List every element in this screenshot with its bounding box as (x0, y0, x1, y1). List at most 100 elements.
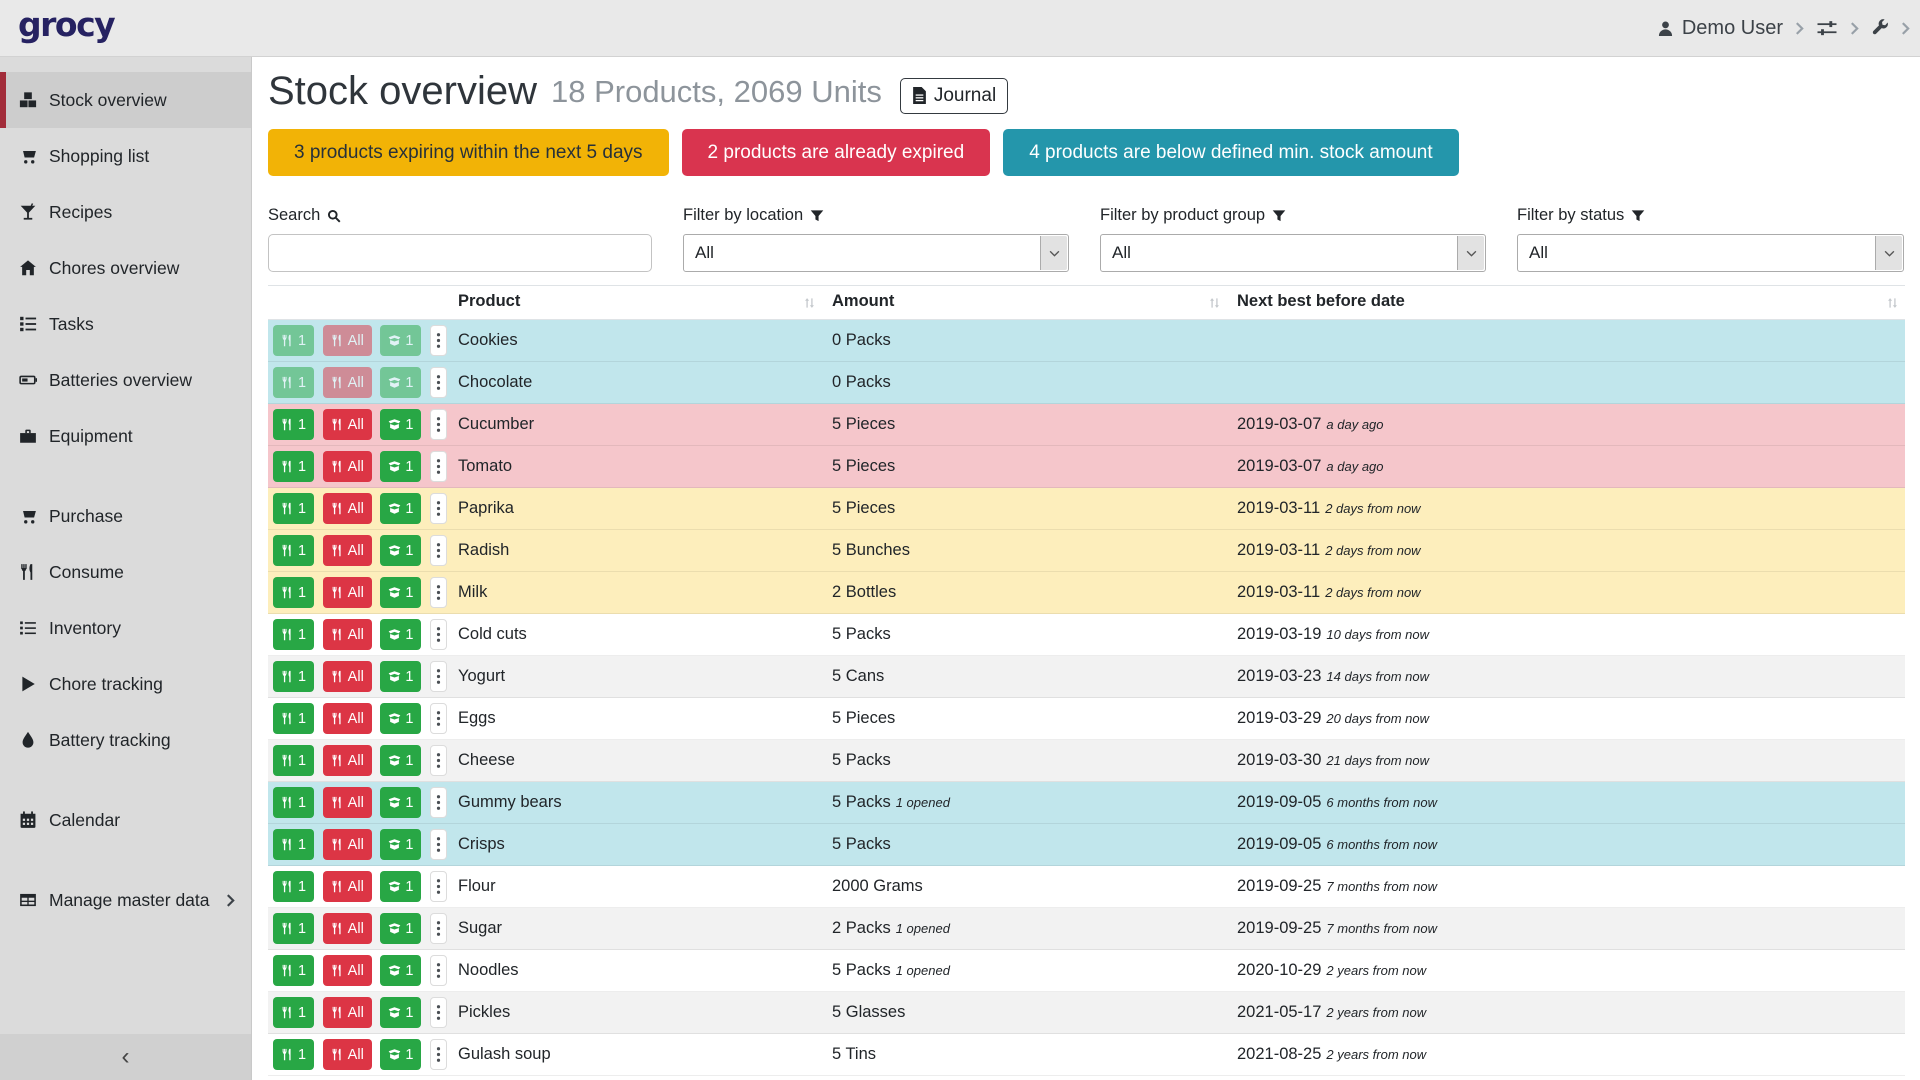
chevron-right-icon[interactable] (1901, 22, 1910, 35)
row-menu-button[interactable] (430, 703, 447, 734)
consume-one-button[interactable]: 1 (273, 367, 314, 398)
open-one-button[interactable]: 1 (380, 955, 421, 986)
row-menu-button[interactable] (430, 787, 447, 818)
consume-all-button[interactable]: All (323, 535, 372, 566)
row-menu-button[interactable] (430, 409, 447, 440)
consume-all-button[interactable]: All (323, 703, 372, 734)
open-one-button[interactable]: 1 (380, 367, 421, 398)
row-menu-button[interactable] (430, 325, 447, 356)
chevron-right-icon[interactable] (1850, 22, 1859, 35)
open-one-button[interactable]: 1 (380, 409, 421, 440)
product-group-select[interactable]: All (1100, 234, 1486, 272)
amount-column-header[interactable]: Amount (822, 286, 1227, 320)
consume-all-button[interactable]: All (323, 829, 372, 860)
sidebar-item-tasks[interactable]: Tasks (0, 296, 251, 352)
open-one-button[interactable]: 1 (380, 1039, 421, 1070)
sidebar-item-stock-overview[interactable]: Stock overview (0, 72, 251, 128)
open-one-button[interactable]: 1 (380, 577, 421, 608)
sidebar-item-purchase[interactable]: Purchase (0, 488, 251, 544)
consume-all-button[interactable]: All (323, 409, 372, 440)
sidebar-item-chore-tracking[interactable]: Chore tracking (0, 656, 251, 712)
consume-one-button[interactable]: 1 (273, 409, 314, 440)
open-one-button[interactable]: 1 (380, 703, 421, 734)
grocy-logo[interactable]: grocy (18, 5, 114, 44)
consume-all-button[interactable]: All (323, 745, 372, 776)
open-one-button[interactable]: 1 (380, 745, 421, 776)
settings-menu[interactable] (1816, 19, 1838, 38)
open-one-button[interactable]: 1 (380, 619, 421, 650)
row-menu-button[interactable] (430, 451, 447, 482)
consume-all-button[interactable]: All (323, 619, 372, 650)
consume-one-button[interactable]: 1 (273, 745, 314, 776)
row-menu-button[interactable] (430, 661, 447, 692)
sidebar-item-manage-master-data[interactable]: Manage master data (0, 872, 251, 928)
consume-all-button[interactable]: All (323, 661, 372, 692)
status-select[interactable]: All (1517, 234, 1904, 272)
sidebar-item-shopping-list[interactable]: Shopping list (0, 128, 251, 184)
expired-alert[interactable]: 2 products are already expired (682, 129, 991, 176)
sidebar-item-calendar[interactable]: Calendar (0, 792, 251, 848)
journal-button[interactable]: Journal (900, 78, 1008, 114)
row-menu-button[interactable] (430, 913, 447, 944)
consume-all-button[interactable]: All (323, 367, 372, 398)
row-menu-button[interactable] (430, 367, 447, 398)
open-one-button[interactable]: 1 (380, 997, 421, 1028)
sidebar-item-equipment[interactable]: Equipment (0, 408, 251, 464)
user-menu[interactable]: Demo User (1657, 17, 1783, 40)
row-menu-button[interactable] (430, 1039, 447, 1070)
chevron-right-icon[interactable] (1795, 22, 1804, 35)
location-select[interactable]: All (683, 234, 1069, 272)
consume-one-button[interactable]: 1 (273, 913, 314, 944)
open-one-button[interactable]: 1 (380, 787, 421, 818)
row-menu-button[interactable] (430, 619, 447, 650)
consume-all-button[interactable]: All (323, 913, 372, 944)
open-one-button[interactable]: 1 (380, 661, 421, 692)
consume-all-button[interactable]: All (323, 325, 372, 356)
consume-one-button[interactable]: 1 (273, 451, 314, 482)
sidebar-item-chores-overview[interactable]: Chores overview (0, 240, 251, 296)
consume-all-button[interactable]: All (323, 787, 372, 818)
consume-one-button[interactable]: 1 (273, 703, 314, 734)
consume-all-button[interactable]: All (323, 451, 372, 482)
sidebar-item-consume[interactable]: Consume (0, 544, 251, 600)
sidebar-item-inventory[interactable]: Inventory (0, 600, 251, 656)
admin-menu[interactable] (1871, 19, 1889, 37)
consume-all-button[interactable]: All (323, 871, 372, 902)
row-menu-button[interactable] (430, 577, 447, 608)
open-one-button[interactable]: 1 (380, 325, 421, 356)
sidebar-item-batteries-overview[interactable]: Batteries overview (0, 352, 251, 408)
consume-one-button[interactable]: 1 (273, 661, 314, 692)
sidebar-item-battery-tracking[interactable]: Battery tracking (0, 712, 251, 768)
open-one-button[interactable]: 1 (380, 829, 421, 860)
consume-all-button[interactable]: All (323, 1039, 372, 1070)
consume-one-button[interactable]: 1 (273, 619, 314, 650)
sidebar-item-recipes[interactable]: Recipes (0, 184, 251, 240)
consume-one-button[interactable]: 1 (273, 997, 314, 1028)
row-menu-button[interactable] (430, 829, 447, 860)
sidebar-collapse-button[interactable]: ‹ (0, 1034, 251, 1080)
best-before-column-header[interactable]: Next best before date (1227, 286, 1905, 320)
consume-one-button[interactable]: 1 (273, 787, 314, 818)
consume-all-button[interactable]: All (323, 997, 372, 1028)
open-one-button[interactable]: 1 (380, 913, 421, 944)
row-menu-button[interactable] (430, 493, 447, 524)
product-column-header[interactable]: Product (448, 286, 822, 320)
row-menu-button[interactable] (430, 535, 447, 566)
search-input[interactable] (268, 234, 652, 272)
consume-one-button[interactable]: 1 (273, 535, 314, 566)
consume-one-button[interactable]: 1 (273, 325, 314, 356)
open-one-button[interactable]: 1 (380, 535, 421, 566)
open-one-button[interactable]: 1 (380, 451, 421, 482)
expiring-alert[interactable]: 3 products expiring within the next 5 da… (268, 129, 669, 176)
consume-one-button[interactable]: 1 (273, 1039, 314, 1070)
row-menu-button[interactable] (430, 871, 447, 902)
consume-one-button[interactable]: 1 (273, 955, 314, 986)
consume-one-button[interactable]: 1 (273, 829, 314, 860)
row-menu-button[interactable] (430, 745, 447, 776)
consume-all-button[interactable]: All (323, 955, 372, 986)
consume-one-button[interactable]: 1 (273, 577, 314, 608)
consume-one-button[interactable]: 1 (273, 493, 314, 524)
below-min-stock-alert[interactable]: 4 products are below defined min. stock … (1003, 129, 1458, 176)
open-one-button[interactable]: 1 (380, 871, 421, 902)
consume-all-button[interactable]: All (323, 493, 372, 524)
